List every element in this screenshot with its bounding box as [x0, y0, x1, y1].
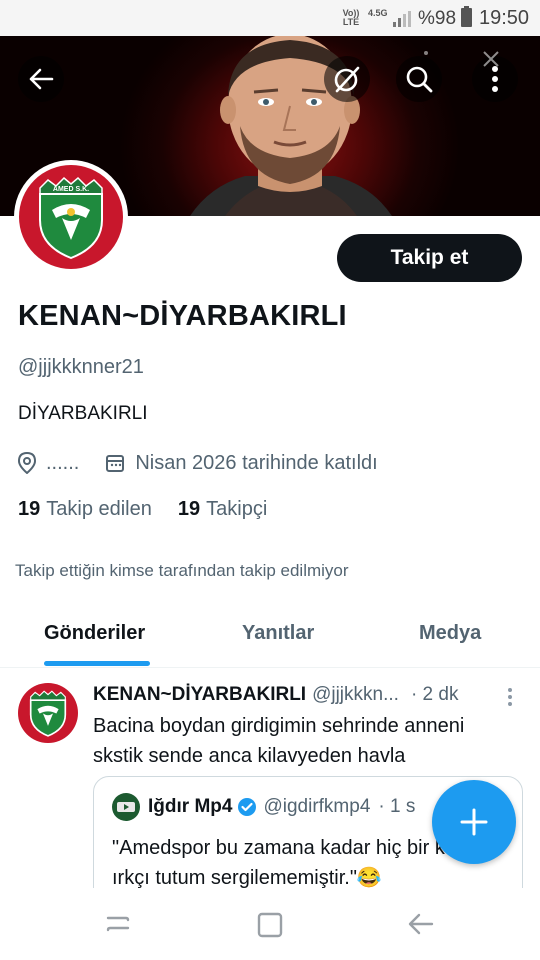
quoted-author-name: Iğdır Mp4 [148, 796, 233, 817]
tweet-author-avatar[interactable] [18, 683, 78, 743]
following-label: Takip edilen [46, 498, 152, 520]
tweet-author-handle[interactable]: @jjjkkkn... [312, 684, 399, 706]
profile-meta: ...... Nisan 2026 tarihinde katıldı [18, 450, 378, 476]
quoted-author-avatar [112, 793, 140, 821]
compose-button[interactable] [432, 780, 516, 864]
verified-badge-icon [238, 798, 257, 816]
recent-apps-icon[interactable] [104, 912, 132, 936]
system-navigation-bar [0, 888, 540, 960]
grok-icon [334, 66, 360, 93]
signal-icon [393, 11, 411, 27]
tab-posts[interactable]: Gönderiler [44, 622, 145, 645]
svg-text:AMED S.K.: AMED S.K. [53, 186, 89, 193]
profile-display-name: KENAN~DİYARBAKIRLI [18, 300, 347, 332]
following-count: 19 [18, 498, 41, 520]
tweet-text: Bacina boydan girdigimin sehrinde anneni… [93, 715, 465, 767]
quoted-timestamp: · 1 s [378, 796, 416, 817]
quoted-avatar-icon [117, 802, 135, 812]
status-bar: Vo)) LTE 4.5G %98 19:50 [0, 0, 540, 36]
battery-percent: %98 [418, 8, 457, 29]
clock: 19:50 [479, 7, 530, 29]
more-vertical-icon [492, 66, 498, 92]
calendar-icon [106, 455, 125, 472]
grok-button[interactable] [324, 56, 370, 102]
plus-icon [460, 808, 488, 836]
following-link[interactable]: 19 Takip edilen [18, 498, 152, 521]
avatar: AMED S.K. [19, 165, 123, 269]
tab-media[interactable]: Medya [419, 622, 481, 645]
active-tab-indicator [44, 661, 150, 666]
follow-stats: 19 Takip edilen 19 Takipçi [18, 498, 293, 521]
not-followed-notice: Takip ettiğin kimse tarafından takip edi… [15, 561, 349, 580]
network-indicator: 4.5G [368, 8, 388, 18]
followers-label: Takipçi [206, 498, 268, 520]
joined-text: Nisan 2026 tarihinde katıldı [135, 451, 378, 474]
location-info: ...... [18, 452, 79, 475]
follow-button[interactable]: Takip et [337, 234, 522, 282]
joined-info: Nisan 2026 tarihinde katıldı [105, 451, 378, 475]
overlay-dot [424, 51, 428, 55]
profile-handle: @jjjkkknner21 [18, 356, 144, 378]
more-vertical-icon[interactable] [507, 687, 513, 707]
profile-tabs: Gönderiler Yanıtlar Medya [0, 602, 540, 668]
profile-avatar[interactable]: AMED S.K. [14, 160, 128, 274]
battery-icon [461, 6, 472, 27]
tab-replies[interactable]: Yanıtlar [242, 622, 314, 645]
back-button[interactable] [18, 56, 64, 102]
search-icon [406, 66, 433, 93]
tweet-author-name[interactable]: KENAN~DİYARBAKIRLI [93, 684, 306, 706]
location-pin-icon [18, 452, 36, 474]
back-nav-icon[interactable] [408, 912, 434, 936]
tweet-header: KENAN~DİYARBAKIRLI @jjjkkkn... · 2 dk [93, 684, 458, 706]
followers-link[interactable]: 19 Takipçi [178, 498, 267, 521]
search-button[interactable] [396, 56, 442, 102]
quoted-author-handle: @igdirfkmp4 [263, 796, 371, 817]
close-icon[interactable] [482, 50, 500, 68]
tweet-timestamp: · 2 dk [410, 684, 459, 705]
club-crest-icon [29, 690, 67, 737]
club-crest-icon: AMED S.K. [39, 176, 103, 260]
arrow-left-icon [29, 68, 54, 90]
volte-indicator: Vo)) LTE [342, 8, 360, 27]
location-text: ...... [46, 451, 80, 474]
followers-count: 19 [177, 498, 201, 520]
home-icon[interactable] [256, 912, 284, 938]
profile-bio: DİYARBAKIRLI [18, 403, 148, 424]
quoted-tweet-header: Iğdır Mp4 @igdirfkmp4 · 1 s [112, 793, 415, 821]
